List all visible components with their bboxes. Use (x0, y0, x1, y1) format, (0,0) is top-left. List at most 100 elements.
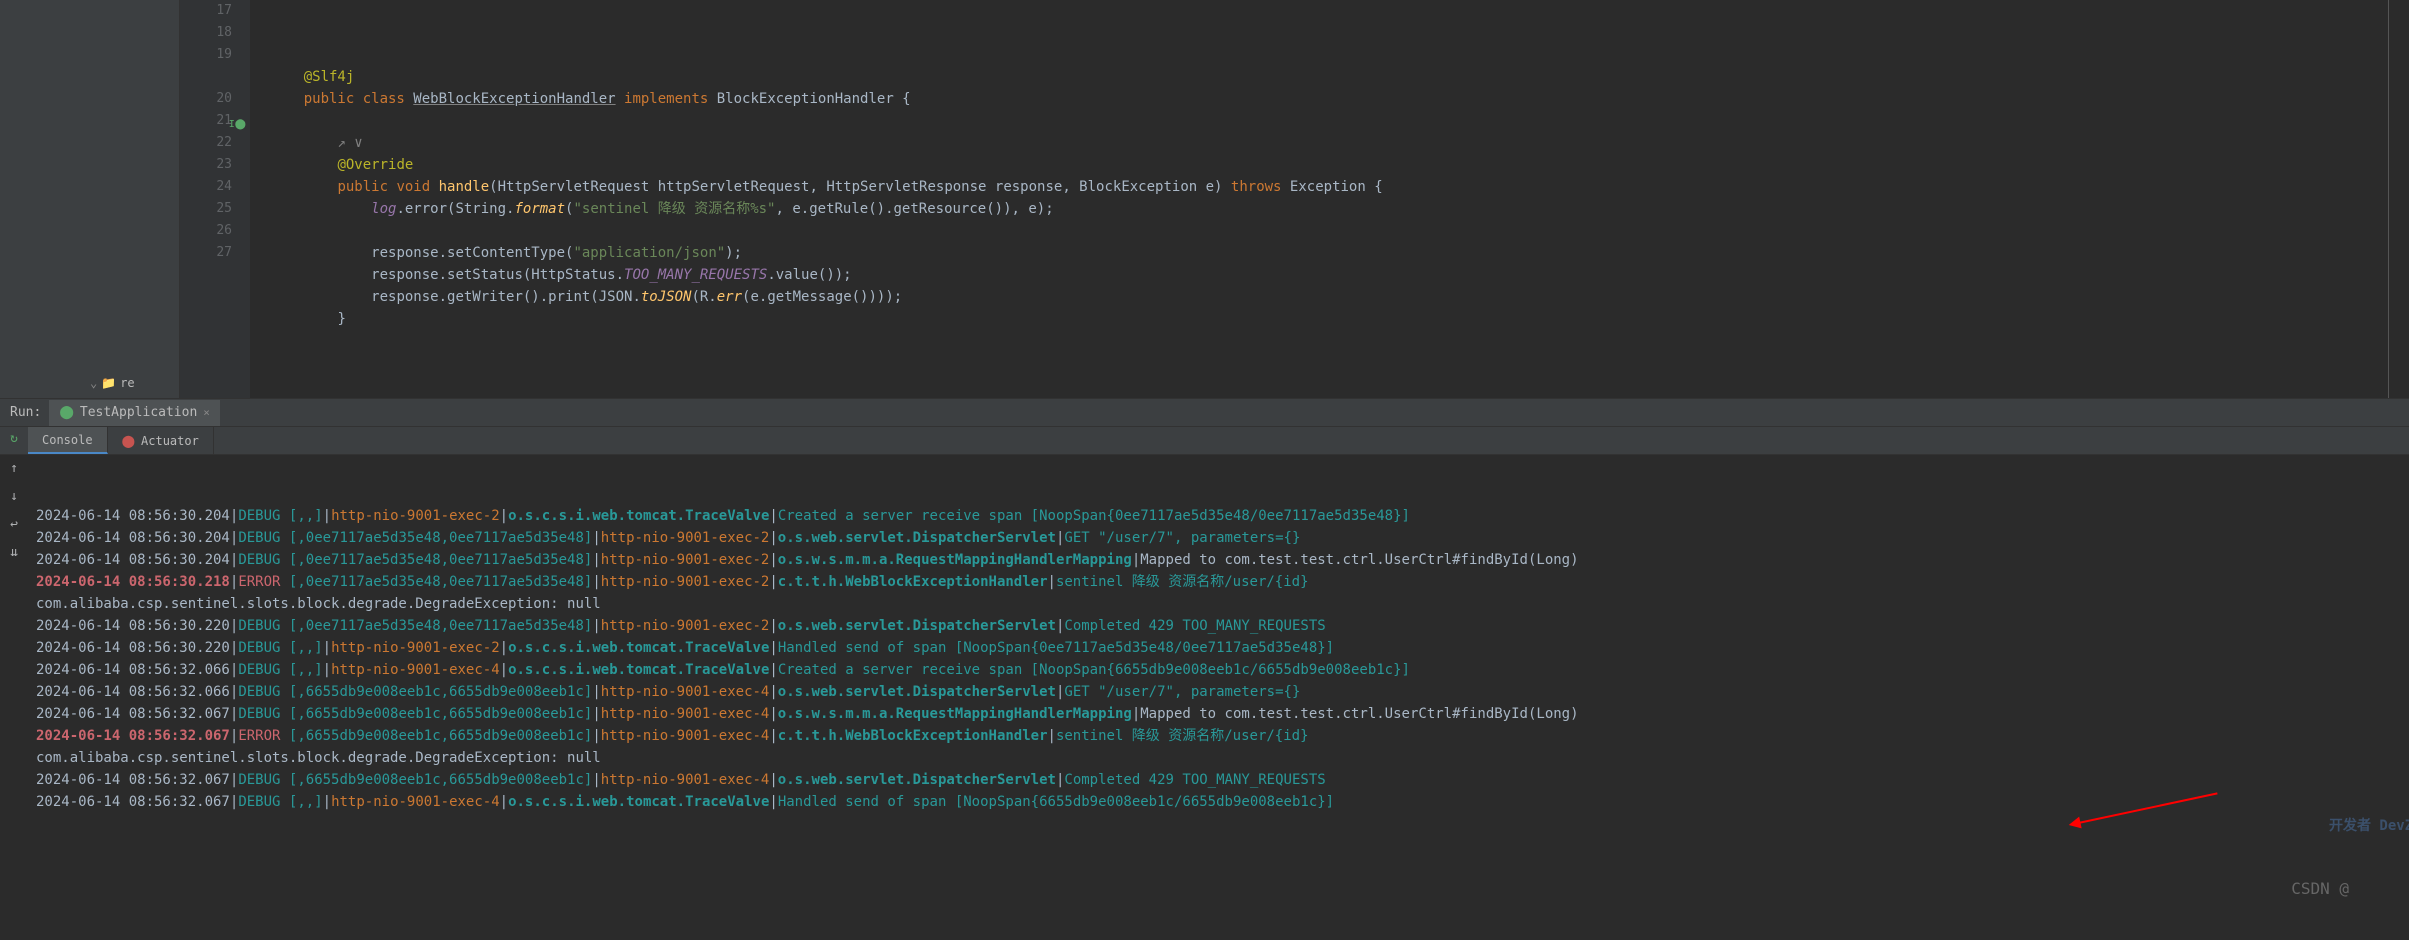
log-line[interactable]: 2024-06-14 08:56:30.204|DEBUG [,,]|http-… (36, 505, 2401, 527)
log-thread: http-nio-9001-exec-4 (601, 728, 770, 744)
gutter-line[interactable]: 25 (180, 198, 232, 220)
gutter-line[interactable]: 23 (180, 154, 232, 176)
margin-line (2388, 0, 2389, 398)
log-logger: o.s.w.s.m.m.a.RequestMappingHandlerMappi… (778, 706, 1132, 722)
down-icon[interactable]: ↓ (5, 487, 23, 505)
rerun-icon[interactable]: ↻ (5, 431, 23, 446)
code-line[interactable]: response.getWriter().print(JSON.toJSON(R… (270, 286, 2409, 308)
log-thread: http-nio-9001-exec-2 (331, 508, 500, 524)
console-output[interactable]: 2024-06-14 08:56:30.204|DEBUG [,,]|http-… (28, 455, 2409, 940)
log-message: Handled send of span [NoopSpan{6655db9e0… (778, 794, 1334, 810)
log-timestamp: 2024-06-14 08:56:32.067 (36, 772, 230, 788)
wrap-icon[interactable]: ↩ (5, 515, 23, 533)
log-line[interactable]: 2024-06-14 08:56:32.067|DEBUG [,,]|http-… (36, 791, 2401, 813)
code-line[interactable]: public class WebBlockExceptionHandler im… (270, 88, 2409, 110)
tab-label: Actuator (141, 434, 199, 448)
log-trace: [,0ee7117ae5d35e48,0ee7117ae5d35e48] (289, 552, 592, 568)
code-token: Exception { (1290, 179, 1383, 195)
code-editor[interactable]: @Slf4j public class WebBlockExceptionHan… (250, 0, 2409, 398)
log-thread: http-nio-9001-exec-4 (331, 794, 500, 810)
log-logger: o.s.c.s.i.web.tomcat.TraceValve (508, 662, 769, 678)
log-timestamp: 2024-06-14 08:56:30.218 (36, 574, 230, 590)
code-token: handle (439, 179, 490, 195)
log-trace: [,0ee7117ae5d35e48,0ee7117ae5d35e48] (289, 574, 592, 590)
code-token: .value()); (767, 267, 851, 283)
code-line[interactable]: log.error(String.format("sentinel 降级 资源名… (270, 198, 2409, 220)
code-token: public void (337, 179, 438, 195)
tab-label: Console (42, 433, 93, 447)
log-line[interactable]: 2024-06-14 08:56:32.067|DEBUG [,6655db9e… (36, 703, 2401, 725)
code-token: log (371, 201, 396, 217)
code-line[interactable]: public void handle(HttpServletRequest ht… (270, 176, 2409, 198)
up-icon[interactable]: ↑ (5, 459, 23, 477)
gutter-line[interactable]: 20 (180, 88, 232, 110)
log-line[interactable]: 2024-06-14 08:56:32.067|DEBUG [,6655db9e… (36, 769, 2401, 791)
gutter-line[interactable]: 19 (180, 44, 232, 66)
code-line[interactable]: @Slf4j (270, 66, 2409, 88)
log-logger: o.s.c.s.i.web.tomcat.TraceValve (508, 794, 769, 810)
code-token: public class (304, 91, 414, 107)
log-message: GET "/user/7", parameters={} (1064, 530, 1300, 546)
code-line[interactable]: } (270, 308, 2409, 330)
tree-label: re (120, 376, 134, 390)
log-level: DEBUG (238, 706, 280, 722)
code-token: (HttpServletRequest httpServletRequest, … (489, 179, 1231, 195)
log-message: Created a server receive span [NoopSpan{… (778, 662, 1410, 678)
log-line[interactable]: com.alibaba.csp.sentinel.slots.block.deg… (36, 593, 2401, 615)
close-icon[interactable]: × (203, 406, 210, 419)
log-line[interactable]: com.alibaba.csp.sentinel.slots.block.deg… (36, 747, 2401, 769)
log-thread: http-nio-9001-exec-4 (601, 706, 770, 722)
scroll-icon[interactable]: ⇊ (5, 543, 23, 561)
code-token: response.getWriter().print(JSON. (371, 289, 641, 305)
log-line[interactable]: 2024-06-14 08:56:30.204|DEBUG [,0ee7117a… (36, 549, 2401, 571)
tab-actuator[interactable]: ⬤ Actuator (108, 427, 214, 454)
project-tree[interactable]: ⌄ 📁 re (0, 0, 180, 398)
log-line[interactable]: 2024-06-14 08:56:32.067|ERROR [,6655db9e… (36, 725, 2401, 747)
code-line[interactable]: response.setStatus(HttpStatus.TOO_MANY_R… (270, 264, 2409, 286)
log-logger: o.s.c.s.i.web.tomcat.TraceValve (508, 640, 769, 656)
code-token: (R. (691, 289, 716, 305)
log-trace: [,,] (289, 794, 323, 810)
gutter-line[interactable]: 27 (180, 242, 232, 264)
log-level: DEBUG (238, 552, 280, 568)
code-token: ); (725, 245, 742, 261)
code-token: "application/json" (573, 245, 725, 261)
code-line[interactable]: ↗ ∨ (270, 132, 2409, 154)
gutter-line[interactable]: 21I⬤ (180, 110, 232, 132)
log-line[interactable]: 2024-06-14 08:56:32.066|DEBUG [,6655db9e… (36, 681, 2401, 703)
gutter-line[interactable] (180, 66, 232, 88)
log-thread: http-nio-9001-exec-2 (601, 552, 770, 568)
log-trace: [,,] (289, 640, 323, 656)
log-line[interactable]: 2024-06-14 08:56:30.204|DEBUG [,0ee7117a… (36, 527, 2401, 549)
gutter-line[interactable]: 24 (180, 176, 232, 198)
gutter-line[interactable]: 18 (180, 22, 232, 44)
run-header: Run: ⬤ TestApplication × (0, 399, 2409, 427)
code-line[interactable]: response.setContentType("application/jso… (270, 242, 2409, 264)
log-level: DEBUG (238, 640, 280, 656)
folder-icon: 📁 (101, 376, 116, 390)
log-logger: o.s.web.servlet.DispatcherServlet (778, 684, 1056, 700)
code-line[interactable] (270, 110, 2409, 132)
run-icon: ⬤ (59, 405, 74, 420)
gutter-line[interactable]: 22 (180, 132, 232, 154)
log-level: ERROR (238, 574, 280, 590)
log-timestamp: 2024-06-14 08:56:32.066 (36, 684, 230, 700)
log-logger: c.t.t.h.WebBlockExceptionHandler (778, 728, 1048, 744)
tree-item[interactable]: ⌄ 📁 re (90, 376, 135, 390)
log-line[interactable]: 2024-06-14 08:56:30.218|ERROR [,0ee7117a… (36, 571, 2401, 593)
log-trace: [,6655db9e008eeb1c,6655db9e008eeb1c] (289, 684, 592, 700)
log-line[interactable]: 2024-06-14 08:56:30.220|DEBUG [,0ee7117a… (36, 615, 2401, 637)
code-line[interactable] (270, 220, 2409, 242)
gutter-line[interactable]: 26 (180, 220, 232, 242)
log-thread: http-nio-9001-exec-2 (601, 530, 770, 546)
tab-console[interactable]: Console (28, 427, 108, 454)
gutter-line[interactable]: 17 (180, 0, 232, 22)
run-config-tab[interactable]: ⬤ TestApplication × (49, 400, 220, 426)
console-body: ↑ ↓ ↩ ⇊ 2024-06-14 08:56:30.204|DEBUG [,… (0, 455, 2409, 940)
log-line[interactable]: 2024-06-14 08:56:30.220|DEBUG [,,]|http-… (36, 637, 2401, 659)
log-line[interactable]: 2024-06-14 08:56:32.066|DEBUG [,,]|http-… (36, 659, 2401, 681)
code-line[interactable]: @Override (270, 154, 2409, 176)
log-timestamp: 2024-06-14 08:56:30.220 (36, 640, 230, 656)
watermark: CSDN @ (2291, 878, 2349, 900)
editor-area: ⌄ 📁 re 171819 2021I⬤222324252627 @Slf4j p… (0, 0, 2409, 398)
